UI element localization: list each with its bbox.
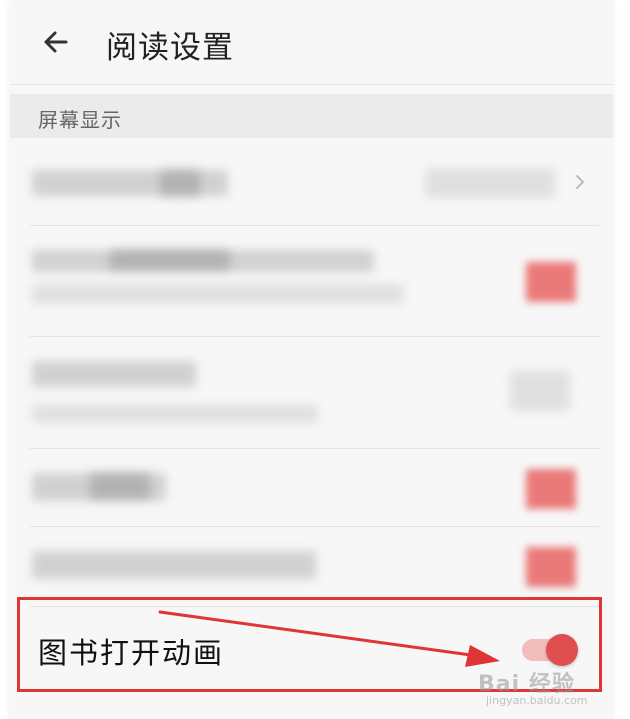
watermark-url: jingyan.baidu.com — [486, 694, 588, 707]
annotation-arrow — [158, 610, 500, 667]
